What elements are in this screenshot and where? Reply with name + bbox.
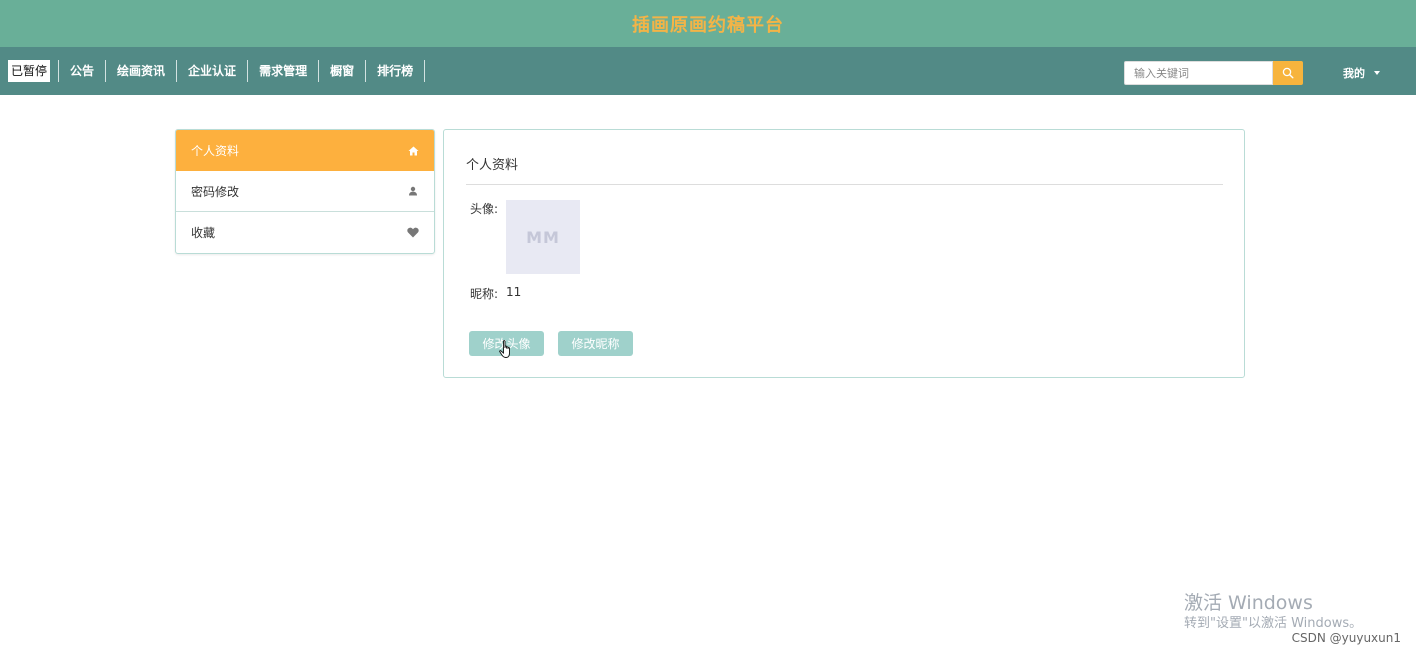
side-item-label: 收藏 xyxy=(191,226,216,240)
paused-label: 已暂停 xyxy=(8,60,51,82)
side-item-change-password[interactable]: 密码修改 xyxy=(176,171,434,212)
change-nickname-button[interactable]: 修改昵称 xyxy=(558,331,633,356)
panel-title: 个人资料 xyxy=(466,158,519,173)
side-item-profile[interactable]: 个人资料 xyxy=(176,130,434,171)
nav-item-showcase[interactable]: 橱窗 xyxy=(319,60,367,82)
home-icon xyxy=(407,145,419,157)
panel-divider xyxy=(466,184,1223,185)
user-icon xyxy=(407,185,419,197)
nav-item-announcements[interactable]: 公告 xyxy=(59,60,107,82)
side-menu: 个人资料 密码修改 收藏 xyxy=(175,129,435,254)
heart-icon xyxy=(407,227,419,239)
windows-activation-watermark: 激活 Windows 转到"设置"以激活 Windows。 xyxy=(1184,592,1362,633)
nickname-value: 11 xyxy=(506,285,522,299)
hand-cursor-icon xyxy=(499,340,510,358)
nickname-label: 昵称: xyxy=(470,287,499,301)
nav-item-demand-management[interactable]: 需求管理 xyxy=(248,60,320,82)
search-button[interactable] xyxy=(1273,61,1303,85)
profile-panel: 个人资料 头像: MM 昵称: 11 修改头像 修改昵称 xyxy=(443,129,1245,378)
side-item-label: 个人资料 xyxy=(191,144,240,158)
nav-items: 已暂停 公告 绘画资讯 企业认证 需求管理 橱窗 排行榜 xyxy=(8,47,426,95)
site-title: 插画原画约稿平台 xyxy=(632,14,784,36)
nav-item-painting-news[interactable]: 绘画资讯 xyxy=(106,60,178,82)
my-account-menu[interactable]: 我的 xyxy=(1343,61,1380,85)
my-account-label: 我的 xyxy=(1343,67,1365,80)
avatar: MM xyxy=(506,200,580,274)
csdn-credit: CSDN @yuyuxun1 xyxy=(1291,631,1401,645)
avatar-label: 头像: xyxy=(470,202,499,216)
side-item-favorites[interactable]: 收藏 xyxy=(176,212,434,253)
search-input[interactable] xyxy=(1124,61,1273,85)
nav-item-leaderboard[interactable]: 排行榜 xyxy=(366,60,426,82)
caret-down-icon xyxy=(1374,71,1380,75)
search-icon xyxy=(1282,67,1294,79)
avatar-placeholder-text: MM xyxy=(526,227,560,247)
side-item-label: 密码修改 xyxy=(191,184,240,199)
watermark-main-text: 激活 Windows xyxy=(1184,592,1313,614)
title-bar: 插画原画约稿平台 xyxy=(0,0,1416,47)
nav-item-enterprise-certification[interactable]: 企业认证 xyxy=(177,60,249,82)
